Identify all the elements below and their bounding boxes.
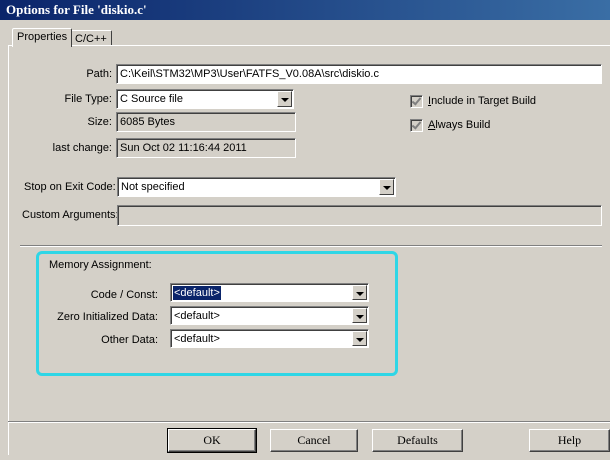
file-type-label: File Type: <box>64 93 113 105</box>
help-button[interactable]: Help <box>529 429 610 452</box>
other-data-select[interactable]: <default> <box>170 329 369 348</box>
defaults-button[interactable]: Defaults <box>372 429 463 452</box>
memory-assignment-title: Memory Assignment: <box>49 259 152 271</box>
include-in-build-label[interactable]: Include in Target Build <box>428 95 536 107</box>
chevron-down-icon[interactable] <box>352 308 367 323</box>
code-const-select[interactable]: <default> <box>170 283 369 302</box>
separator <box>20 245 602 247</box>
tab-c-cpp-label: C/C++ <box>75 33 107 45</box>
include-label-text: nclude in Target Build <box>431 95 537 107</box>
zero-initialized-select[interactable]: <default> <box>170 306 369 325</box>
chevron-down-icon[interactable] <box>379 179 394 195</box>
last-change-label: last change: <box>52 142 112 154</box>
tab-c-cpp[interactable]: C/C++ <box>70 30 112 46</box>
size-label: Size: <box>87 116 112 128</box>
stop-on-exit-value: Not specified <box>121 181 185 193</box>
chevron-down-icon[interactable] <box>277 91 292 107</box>
always-label-text: lways Build <box>435 119 491 131</box>
size-value: 6085 Bytes <box>116 112 296 132</box>
file-type-select[interactable]: C Source file <box>116 89 294 109</box>
tab-properties[interactable]: Properties <box>12 28 73 47</box>
zero-initialized-label: Zero Initialized Data: <box>57 311 158 323</box>
path-field[interactable]: C:\Keil\STM32\MP3\User\FATFS_V0.08A\src\… <box>116 64 602 84</box>
include-in-build-checkbox[interactable] <box>410 95 423 108</box>
always-build-label[interactable]: Always Build <box>428 119 490 131</box>
other-data-value: <default> <box>174 333 220 345</box>
other-data-label: Other Data: <box>101 334 158 346</box>
always-build-checkbox[interactable] <box>410 119 423 132</box>
last-change-value: Sun Oct 02 11:16:44 2011 <box>116 138 296 158</box>
code-const-value: <default> <box>173 286 221 300</box>
bottom-separator <box>8 421 610 423</box>
tab-properties-label: Properties <box>17 31 68 43</box>
chevron-down-icon[interactable] <box>352 285 367 300</box>
zero-initialized-value: <default> <box>174 310 220 322</box>
stop-on-exit-label: Stop on Exit Code: <box>24 181 116 193</box>
ok-button[interactable]: OK <box>167 428 257 453</box>
custom-arguments-field[interactable] <box>117 205 602 226</box>
custom-arguments-label: Custom Arguments: <box>22 209 119 221</box>
window-title: Options for File 'diskio.c' <box>6 2 147 17</box>
code-const-label: Code / Const: <box>90 289 158 301</box>
file-type-value: C Source file <box>120 93 183 105</box>
stop-on-exit-select[interactable]: Not specified <box>117 177 396 197</box>
path-label: Path: <box>86 68 112 80</box>
chevron-down-icon[interactable] <box>352 331 367 346</box>
title-bar[interactable]: Options for File 'diskio.c' <box>0 0 610 20</box>
cancel-button[interactable]: Cancel <box>270 429 358 452</box>
